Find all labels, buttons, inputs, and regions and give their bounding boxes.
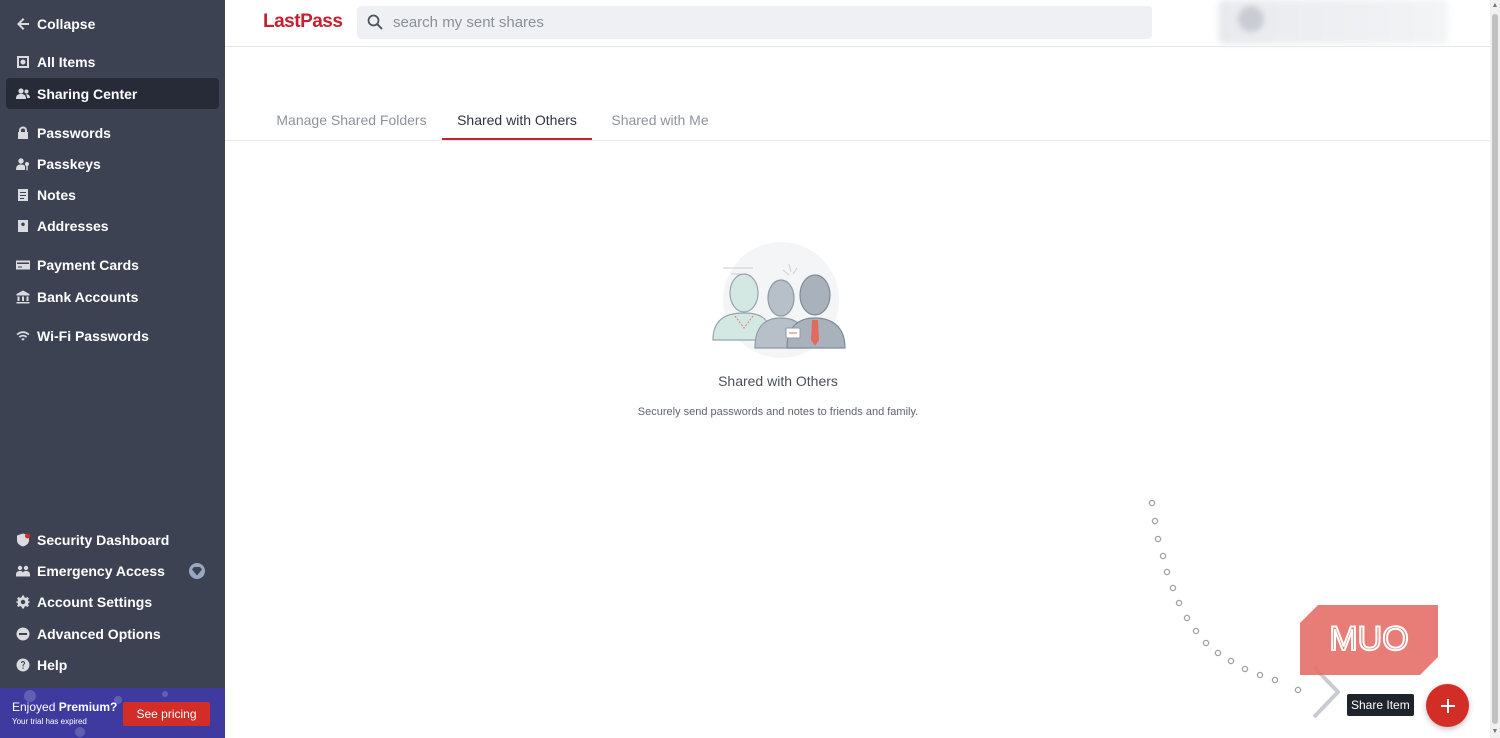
muo-watermark-logo: MUO	[1300, 605, 1438, 675]
diamond-icon	[189, 563, 205, 579]
note-icon	[16, 188, 30, 202]
vault-icon	[16, 55, 30, 69]
sidebar-item-help[interactable]: Help	[6, 649, 219, 680]
tab-shared-with-others[interactable]: Shared with Others	[442, 112, 592, 140]
lock-icon	[16, 126, 30, 140]
arrow-left-icon	[16, 17, 30, 31]
bank-icon	[16, 290, 30, 304]
sidebar-item-sharing-center[interactable]: Sharing Center	[6, 78, 219, 109]
empty-state-title: Shared with Others	[718, 373, 838, 389]
search-input[interactable]	[393, 6, 1133, 39]
sidebar-item-label: Account Settings	[37, 593, 153, 610]
app-window: Collapse All Items Sharing Center Passwo…	[0, 0, 1500, 738]
sidebar-item-account-settings[interactable]: Account Settings	[6, 586, 219, 617]
people-icon	[16, 87, 30, 101]
sidebar-item-security-dashboard[interactable]: Security Dashboard	[6, 524, 219, 555]
sidebar-item-label: Help	[37, 656, 68, 673]
sidebar-item-label: Notes	[37, 186, 76, 203]
sidebar-item-wifi-passwords[interactable]: Wi-Fi Passwords	[6, 320, 219, 351]
empty-state-subtitle: Securely send passwords and notes to fri…	[637, 406, 919, 418]
sidebar-item-addresses[interactable]: Addresses	[6, 210, 219, 241]
sidebar-item-label: Sharing Center	[37, 85, 138, 102]
sidebar-item-label: All Items	[37, 53, 96, 70]
sidebar-item-label: Bank Accounts	[37, 288, 139, 305]
sidebar-item-passwords[interactable]: Passwords	[6, 117, 219, 148]
promo-subtitle: Your trial has expired	[12, 717, 87, 726]
collapse-button[interactable]: Collapse	[6, 8, 219, 39]
sidebar-item-payment-cards[interactable]: Payment Cards	[6, 249, 219, 280]
lastpass-logo[interactable]: LastPass	[263, 11, 343, 33]
help-icon	[16, 658, 30, 672]
collapse-label: Collapse	[37, 15, 96, 32]
wifi-icon	[16, 329, 30, 343]
passkey-icon	[16, 157, 30, 171]
gear-icon	[16, 595, 30, 609]
plus-icon	[1440, 698, 1455, 713]
page-scrollbar[interactable]: ▲ ▼	[1490, 0, 1500, 738]
scroll-up-icon[interactable]: ▲	[1491, 2, 1499, 10]
sidebar-item-label: Security Dashboard	[37, 531, 170, 548]
sidebar-item-emergency-access[interactable]: Emergency Access	[6, 555, 219, 586]
promo-title: Enjoyed Premium?	[12, 700, 118, 714]
avatar	[1238, 6, 1264, 32]
see-pricing-button[interactable]: See pricing	[123, 702, 210, 726]
search-box[interactable]	[357, 6, 1152, 39]
sidebar-item-label: Payment Cards	[37, 256, 139, 273]
advanced-icon	[16, 627, 30, 641]
sidebar-item-notes[interactable]: Notes	[6, 179, 219, 210]
sidebar: Collapse All Items Sharing Center Passwo…	[0, 0, 225, 738]
sidebar-item-label: Wi-Fi Passwords	[37, 327, 149, 344]
scrollbar-thumb[interactable]	[1492, 14, 1498, 724]
sidebar-item-label: Passwords	[37, 124, 111, 141]
scroll-down-icon[interactable]: ▼	[1491, 728, 1499, 736]
address-icon	[16, 219, 30, 233]
sidebar-item-label: Passkeys	[37, 155, 101, 172]
share-item-button[interactable]	[1426, 684, 1469, 727]
sidebar-item-passkeys[interactable]: Passkeys	[6, 148, 219, 179]
account-menu[interactable]	[1218, 0, 1448, 44]
sidebar-item-advanced-options[interactable]: Advanced Options	[6, 618, 219, 649]
tab-shared-with-me[interactable]: Shared with Me	[600, 112, 720, 140]
top-bar: LastPass	[225, 0, 1490, 47]
sharing-people-illustration	[712, 242, 846, 358]
emergency-access-icon	[16, 564, 30, 578]
svg-text:MUO: MUO	[1329, 620, 1408, 658]
sidebar-item-label: Advanced Options	[37, 625, 161, 642]
tabs-divider	[225, 140, 1490, 141]
tab-manage-shared-folders[interactable]: Manage Shared Folders	[264, 112, 439, 140]
sidebar-item-label: Addresses	[37, 217, 109, 234]
sidebar-item-label: Emergency Access	[37, 562, 165, 579]
sidebar-item-bank-accounts[interactable]: Bank Accounts	[6, 281, 219, 312]
share-item-tooltip: Share Item	[1347, 694, 1414, 716]
search-icon	[367, 14, 383, 30]
card-icon	[16, 258, 30, 272]
shield-icon	[16, 533, 30, 547]
sidebar-item-all-items[interactable]: All Items	[6, 46, 219, 77]
